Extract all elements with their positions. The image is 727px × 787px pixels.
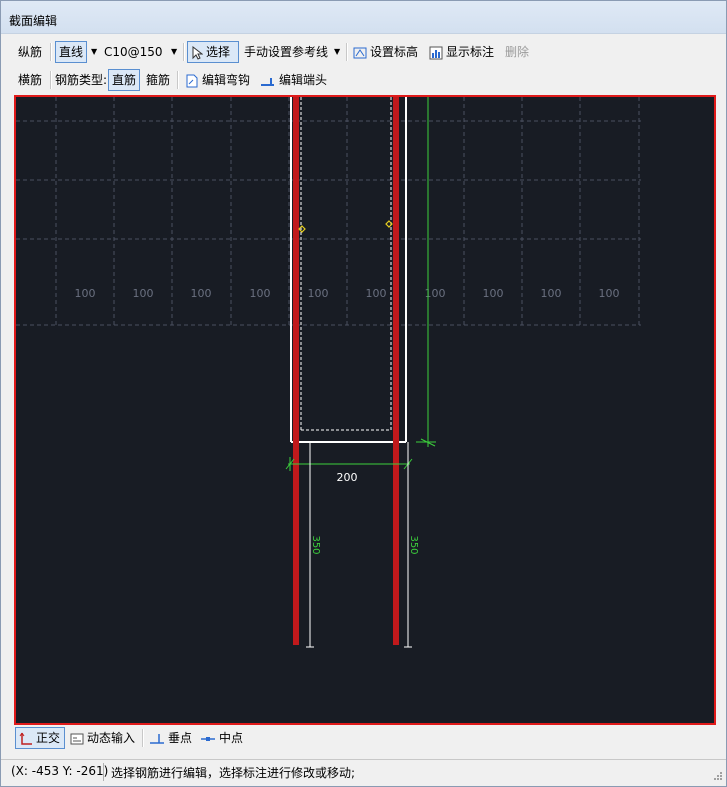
rebar-spec-dropdown-icon[interactable]: ▼ bbox=[171, 41, 177, 63]
dimension-chart-icon bbox=[429, 46, 443, 59]
dynamic-input-label: 动态输入 bbox=[87, 731, 136, 745]
stirrup-button[interactable]: 箍筋 bbox=[143, 69, 173, 91]
rebar-left[interactable] bbox=[293, 97, 299, 645]
rebar-type-label: 钢筋类型: bbox=[55, 73, 108, 87]
grid-label: 100 bbox=[133, 287, 154, 300]
grid-label: 100 bbox=[75, 287, 96, 300]
point-marker[interactable] bbox=[298, 225, 306, 233]
cursor-coordinates: (X: -453 Y: -261) bbox=[11, 764, 109, 778]
edit-end-label: 编辑端头 bbox=[279, 73, 328, 87]
elevation-icon bbox=[353, 47, 367, 58]
set-elevation-button[interactable]: 设置标高 bbox=[350, 41, 421, 63]
grid-label: 100 bbox=[191, 287, 212, 300]
perpendicular-icon bbox=[150, 733, 164, 744]
show-dimension-button[interactable]: 显示标注 bbox=[426, 41, 497, 63]
status-bar: (X: -453 Y: -261) 选择钢筋进行编辑，选择标注进行修改或移动; bbox=[1, 759, 726, 784]
ortho-label: 正交 bbox=[36, 731, 61, 745]
length-dimension-left-text[interactable]: 350 bbox=[310, 535, 321, 554]
straight-rebar-button[interactable]: 直筋 bbox=[108, 69, 141, 91]
toolbar-separator bbox=[142, 729, 144, 747]
ortho-toggle[interactable]: 正交 bbox=[15, 727, 65, 749]
edit-end-icon bbox=[261, 77, 274, 86]
line-mode-button[interactable]: 直线 bbox=[55, 41, 88, 63]
toolbar-separator bbox=[346, 43, 348, 61]
cover-outline bbox=[300, 97, 392, 431]
delete-button[interactable]: 删除 bbox=[502, 41, 532, 63]
dynamic-input-icon bbox=[70, 733, 84, 744]
toolbar-separator bbox=[183, 43, 185, 61]
edit-end-button[interactable]: 编辑端头 bbox=[257, 69, 330, 91]
section-outline[interactable] bbox=[290, 97, 407, 443]
grid-label: 100 bbox=[366, 287, 387, 300]
toolbar-secondary: 横筋 钢筋类型: 直筋 箍筋 编辑弯钩 编辑端头 bbox=[5, 67, 722, 93]
length-dimension-right-text[interactable]: 350 bbox=[408, 535, 419, 554]
edit-hook-button[interactable]: 编辑弯钩 bbox=[182, 69, 253, 91]
status-message: 选择钢筋进行编辑，选择标注进行修改或移动; bbox=[111, 766, 356, 780]
rebar-spec-select[interactable]: C10@150 bbox=[101, 41, 166, 63]
width-dimension-text[interactable]: 200 bbox=[337, 471, 358, 484]
toolbar-main: 纵筋 直线 ▼ C10@150 ▼ 选择 手动设置参考线 ▼ 设置标高 显示标注… bbox=[5, 39, 722, 65]
perpendicular-snap-toggle[interactable]: 垂点 bbox=[146, 727, 195, 749]
select-button[interactable]: 选择 bbox=[187, 41, 239, 63]
grid-label: 100 bbox=[599, 287, 620, 300]
rebar-right[interactable] bbox=[393, 97, 399, 645]
select-button-label: 选择 bbox=[206, 45, 231, 59]
dynamic-input-toggle[interactable]: 动态输入 bbox=[67, 727, 138, 749]
grid-label: 100 bbox=[250, 287, 271, 300]
resize-grip-icon[interactable] bbox=[712, 770, 722, 780]
edit-hook-icon bbox=[186, 74, 198, 87]
toolbar-separator bbox=[177, 71, 179, 89]
transverse-rebar-label: 横筋 bbox=[18, 73, 43, 87]
section-drawing: 100 100 100 100 100 100 100 100 100 100 bbox=[16, 97, 641, 648]
midpoint-icon bbox=[201, 736, 215, 741]
status-divider bbox=[103, 763, 104, 781]
midpoint-snap-toggle[interactable]: 中点 bbox=[197, 727, 246, 749]
edit-hook-label: 编辑弯钩 bbox=[202, 73, 251, 87]
grid-label: 100 bbox=[308, 287, 329, 300]
grid-label: 100 bbox=[483, 287, 504, 300]
title-bar: 截面编辑 bbox=[1, 1, 726, 34]
set-elevation-label: 设置标高 bbox=[370, 45, 419, 59]
midpoint-label: 中点 bbox=[219, 731, 244, 745]
window-title: 截面编辑 bbox=[9, 14, 58, 28]
cursor-arrow-icon bbox=[192, 45, 203, 60]
longitudinal-rebar-label: 纵筋 bbox=[18, 45, 43, 59]
toolbar-separator bbox=[50, 43, 52, 61]
grid-label: 100 bbox=[541, 287, 562, 300]
perpendicular-label: 垂点 bbox=[168, 731, 193, 745]
height-dimension[interactable] bbox=[416, 97, 436, 447]
show-dimension-label: 显示标注 bbox=[446, 45, 495, 59]
drawing-canvas[interactable]: 100 100 100 100 100 100 100 100 100 100 bbox=[14, 95, 716, 725]
guide-line-dropdown-icon[interactable]: ▼ bbox=[334, 41, 340, 63]
ortho-icon bbox=[19, 732, 32, 745]
snap-toolbar: 正交 动态输入 垂点 中点 bbox=[5, 727, 722, 751]
line-mode-dropdown-icon[interactable]: ▼ bbox=[91, 41, 97, 63]
guide-line-button[interactable]: 手动设置参考线 bbox=[241, 41, 331, 63]
section-edit-window: 截面编辑 纵筋 直线 ▼ C10@150 ▼ 选择 手动设置参考线 ▼ 设置标高… bbox=[0, 0, 727, 787]
